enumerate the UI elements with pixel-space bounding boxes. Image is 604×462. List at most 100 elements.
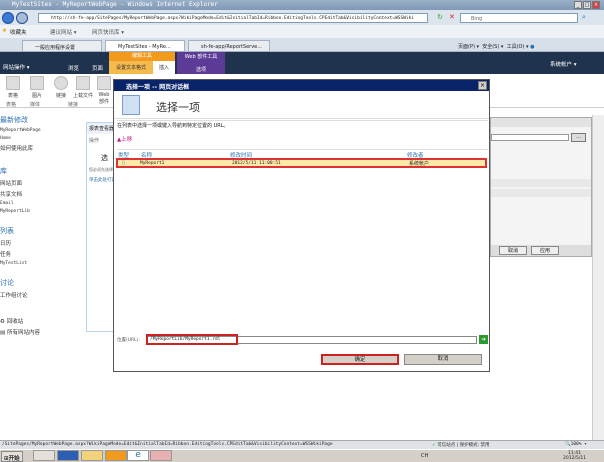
site-actions-menu[interactable]: 网站操作 ▾ [3, 63, 30, 71]
report-path-input[interactable] [491, 134, 569, 141]
nav-discussions-heading[interactable]: 讨论 [0, 278, 82, 288]
tab-options[interactable]: 选项 [196, 67, 206, 73]
nav-recycle-bin[interactable]: ♻ 回收站 [0, 317, 82, 325]
security-zone: ✓ 可信站点 | 保护模式: 禁用 [432, 443, 490, 448]
nav-item[interactable]: Email [0, 201, 82, 206]
group-media: 媒体 [30, 102, 41, 108]
tab-mytestsites[interactable]: MyTestSites - MyRe... [105, 40, 185, 52]
stop-icon[interactable]: ✕ [449, 13, 455, 21]
table-button[interactable]: 表格 [2, 76, 24, 99]
vertical-scrollbar[interactable] [592, 115, 604, 440]
search-input[interactable]: Bing [460, 13, 578, 23]
picture-icon [30, 76, 44, 90]
pane-apply-button[interactable]: 应用 [531, 246, 559, 255]
pane-cancel-button[interactable]: 取消 [499, 246, 527, 255]
upload-button[interactable]: 上载文件 [72, 76, 94, 99]
close-button[interactable]: × [592, 1, 600, 9]
tab-app-settings[interactable]: 一般应用程序设置 [22, 40, 102, 52]
row-name[interactable]: MyReport1 [140, 161, 164, 166]
row-modified-by: 系统帐户 [409, 161, 430, 167]
webpart-open-link[interactable]: 单击此处打开… [87, 177, 115, 183]
nav-lists-heading[interactable]: 列表 [0, 226, 82, 236]
ok-button[interactable]: 确定 [321, 354, 399, 365]
nav-all-content[interactable]: ▤ 所有网站内容 [0, 328, 82, 336]
language-indicator[interactable]: CH [421, 453, 428, 459]
link-button[interactable]: 链接 [50, 76, 72, 99]
server-manager-icon[interactable] [33, 450, 55, 461]
safety-menu[interactable]: 安全(S) ▾ [482, 44, 503, 50]
webpart-icon [97, 76, 111, 90]
browse-button[interactable]: … [571, 133, 586, 142]
explorer-icon[interactable] [81, 450, 103, 461]
nav-item[interactable]: 工作组讨论 [0, 291, 82, 299]
nav-item[interactable]: MyTestList [0, 261, 82, 266]
tab-reportserver[interactable]: sh-fe-app/ReportServe... [188, 40, 270, 52]
favorites-button[interactable]: 收藏夹 [10, 28, 27, 36]
row-modified: 2012/5/11 11:00:51 [232, 161, 281, 166]
ribbon-header: 网站操作 ▾ 浏览 页面 编辑工具 设置文本格式 插入 Web 部件工具 选项 系… [0, 52, 604, 74]
nav-item[interactable]: Home [0, 136, 82, 141]
link-icon [54, 76, 68, 90]
picture-button[interactable]: 图片 [26, 76, 48, 99]
search-icon[interactable]: ⌕ [582, 13, 586, 22]
nav-item[interactable]: 任务 [0, 250, 82, 258]
tab-insert[interactable]: 插入 [153, 61, 175, 74]
star-icon: ★ [2, 28, 7, 34]
back-icon[interactable] [2, 12, 14, 24]
status-url: /SitePages/MyReportWebPage.aspx?WikiPage… [2, 442, 333, 447]
report-file-icon: ▯ [122, 160, 125, 166]
dialog-header: 选择一项 [114, 91, 489, 119]
location-label: 位置(URL): [117, 338, 140, 343]
maximize-button[interactable]: □ [583, 1, 591, 9]
tab-format-text[interactable]: 设置文本格式 [109, 61, 153, 74]
nav-item[interactable]: MyReportLib [0, 209, 82, 214]
left-navigation: 最新修改 MyReportWebPage Home 如何使用此库 库 网站页面 … [0, 115, 82, 337]
webpart-title: 报表查看器 [87, 123, 115, 134]
forward-icon[interactable] [16, 12, 28, 24]
status-bar: /SitePages/MyReportWebPage.aspx?WikiPage… [0, 440, 604, 449]
webpart-button[interactable]: Web 部件 [96, 76, 112, 105]
table-row[interactable]: ▯ MyReport1 2012/5/11 11:00:51 系统帐户 [116, 158, 487, 168]
upload-icon [76, 76, 90, 90]
dialog-heading: 选择一项 [156, 101, 200, 114]
ie-icon[interactable]: e [127, 450, 149, 461]
window-title-bar: MyTestSites - MyReportWebPage - Windows … [0, 0, 604, 10]
nav-libraries-heading[interactable]: 库 [0, 166, 82, 176]
cancel-button[interactable]: 取消 [404, 354, 482, 365]
suggested-sites[interactable]: 建议网站 ▾ [50, 28, 77, 36]
minimize-button[interactable]: _ [574, 1, 582, 9]
go-arrow-icon[interactable]: ➜ [479, 335, 488, 344]
webpart-actions[interactable]: 操作 [87, 134, 115, 147]
location-input[interactable]: /MyReportLib/MyReport1.rdl [146, 334, 238, 345]
nav-item[interactable]: 日历 [0, 239, 82, 247]
tab-page[interactable]: 页面 [92, 64, 103, 72]
page-menu[interactable]: 页面(P) ▾ [458, 44, 479, 50]
nav-item[interactable]: 共享文档 [0, 190, 82, 198]
table-icon [6, 76, 20, 90]
webpart-select: 选 [101, 154, 108, 162]
clock[interactable]: 11:41 2012/5/11 [563, 451, 586, 461]
tab-browse[interactable]: 浏览 [68, 64, 79, 72]
up-button[interactable]: ▲上移 [117, 135, 132, 143]
refresh-icon[interactable]: ↻ [437, 13, 443, 21]
webpart-desc: 您必须先选择… [89, 167, 115, 172]
user-menu[interactable]: 系统帐户 ▾ [550, 60, 577, 68]
nav-item[interactable]: 网站页面 [0, 179, 82, 187]
powershell-icon[interactable] [57, 450, 79, 461]
paint-icon[interactable] [150, 450, 172, 461]
web-slice-gallery[interactable]: 网页快讯库 ▾ [92, 28, 124, 36]
webpart-tool-pane: … 取消 应用 [490, 117, 592, 257]
select-item-icon [122, 95, 140, 115]
nav-recent-heading[interactable]: 最新修改 [0, 115, 82, 125]
nav-item[interactable]: 如何使用此库 [0, 144, 82, 152]
zoom-level[interactable]: 🔍100% ▾ [565, 442, 587, 447]
dialog-close-button[interactable]: × [478, 81, 487, 90]
help-icon[interactable]: ● [530, 44, 534, 50]
tools-icon[interactable] [105, 450, 127, 461]
start-button[interactable]: ⊞开始 [1, 451, 23, 462]
tools-menu[interactable]: 工具(O) ▾ [507, 44, 529, 50]
window-title: MyTestSites - MyReportWebPage - Windows … [12, 1, 218, 8]
nav-item[interactable]: MyReportWebPage [0, 128, 82, 133]
address-input[interactable]: http://sh-fe-app/SitePages/MyReportWebPa… [38, 13, 428, 23]
select-item-dialog: 选择一项 -- 网页对话框 × 选择一项 在列表中选择一项或键入导航到特定位置的… [113, 79, 490, 372]
